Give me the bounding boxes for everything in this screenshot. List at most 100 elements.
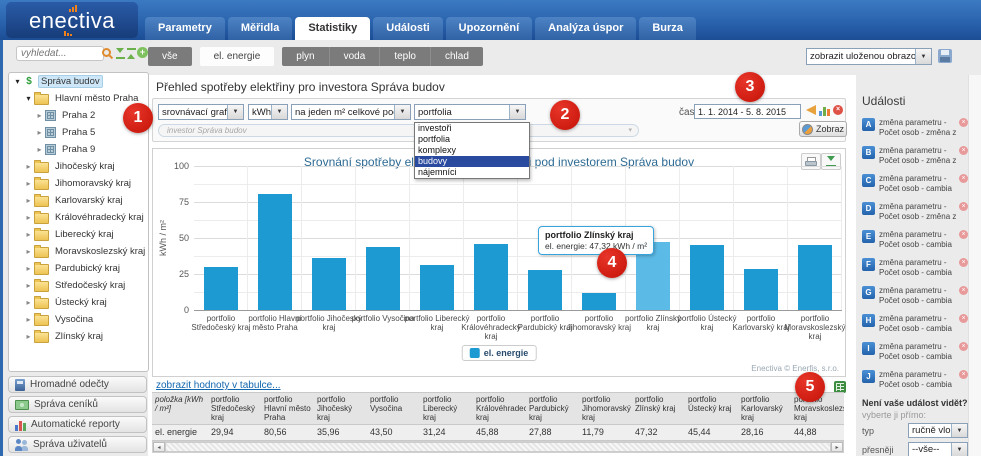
save-screen-icon[interactable] xyxy=(938,49,952,63)
chart-legend[interactable]: el. energie xyxy=(461,345,537,361)
tree-item-libereck-kraj[interactable]: ▸ Liberecký kraj xyxy=(9,226,148,243)
entity-select[interactable]: portfolia ▼ xyxy=(414,104,526,120)
event-close-icon[interactable]: × xyxy=(959,342,968,351)
tree-item-moravskoslezsk-kraj[interactable]: ▸ Moravskoslezský kraj xyxy=(9,243,148,260)
tree-caret-icon[interactable]: ▸ xyxy=(24,162,33,171)
chart-bar-portfolio-jiho-esk-kraj[interactable] xyxy=(312,258,346,310)
chart-bar-portfolio-kr-lov-hradeck-kraj[interactable] xyxy=(474,244,508,310)
chart-bar-portfolio-karlovarsk-kraj[interactable] xyxy=(744,269,778,310)
dropdown-option-n-jemn-ci[interactable]: nájemníci xyxy=(415,167,529,178)
event-item-i[interactable]: Izměna parametru - Počet osob - cambia × xyxy=(862,342,968,362)
event-close-icon[interactable]: × xyxy=(959,314,968,323)
event-precision-select[interactable]: --vše-- ▼ xyxy=(908,442,968,456)
time-range-input[interactable] xyxy=(694,104,801,119)
tree-caret-icon[interactable]: ▸ xyxy=(24,332,33,341)
energy-tab-plyn[interactable]: plyn xyxy=(282,47,330,66)
tree-caret-icon[interactable]: ▸ xyxy=(24,213,33,222)
tree-item-steck-kraj[interactable]: ▸ Ústecký kraj xyxy=(9,294,148,311)
scroll-left-button[interactable]: ◂ xyxy=(153,442,165,452)
event-item-j[interactable]: Jzměna parametru - Počet osob - cambia × xyxy=(862,370,968,390)
event-item-c[interactable]: Czměna parametru - Počet osob - cambia × xyxy=(862,174,968,194)
event-item-b[interactable]: Bzměna parametru - Počet osob - změna z × xyxy=(862,146,968,166)
chart-bar-portfolio-hlavn-m-sto-praha[interactable] xyxy=(258,194,292,310)
event-close-icon[interactable]: × xyxy=(959,174,968,183)
tree-caret-icon[interactable]: ▸ xyxy=(24,230,33,239)
collapse-tree-icon[interactable] xyxy=(116,48,125,59)
tree-item-zl-nsk-kraj[interactable]: ▸ Zlínský kraj xyxy=(9,328,148,345)
nav-tab-m-idla[interactable]: Měřidla xyxy=(227,17,293,40)
search-icon[interactable] xyxy=(102,48,113,59)
expand-tree-icon[interactable] xyxy=(127,48,136,59)
energy-tab-chlad[interactable]: chlad xyxy=(431,47,483,66)
dropdown-option-portfolia[interactable]: portfolia xyxy=(415,134,529,145)
normalization-select[interactable]: na jeden m² celkové podlahové plochy ▼ xyxy=(291,104,411,120)
tree-caret-icon[interactable]: ▸ xyxy=(24,315,33,324)
show-table-link[interactable]: zobrazit hodnoty v tabulce... xyxy=(156,380,281,391)
scroll-right-button[interactable]: ▸ xyxy=(831,442,843,452)
tree-caret-icon[interactable]: ▸ xyxy=(24,196,33,205)
alert-megaphone-icon[interactable] xyxy=(806,105,816,115)
chart-bar-portfolio-steck-kraj[interactable] xyxy=(690,245,724,310)
tree-caret-icon[interactable]: ▸ xyxy=(24,281,33,290)
chart-type-select[interactable]: srovnávací graf ▼ xyxy=(158,104,244,120)
tree-item-st-edo-esk-kraj[interactable]: ▸ Středočeský kraj xyxy=(9,277,148,294)
chart-icon[interactable] xyxy=(819,106,830,116)
tree-caret-icon[interactable]: ▸ xyxy=(24,179,33,188)
nav-tab-parametry[interactable]: Parametry xyxy=(145,17,225,40)
event-item-a[interactable]: Azměna parametru - Počet osob - změna z × xyxy=(862,118,968,138)
tree-caret-icon[interactable]: ▸ xyxy=(35,111,44,120)
event-close-icon[interactable]: × xyxy=(959,370,968,379)
enectiva-logo[interactable]: enectiva xyxy=(6,2,138,38)
tree-item-hlavn-m-sto-praha[interactable]: ▾ Hlavní město Praha xyxy=(9,90,148,107)
chart-bar-portfolio-moravskoslezsk-kraj[interactable] xyxy=(798,245,832,310)
chart-bar-portfolio-st-edo-esk-kraj[interactable] xyxy=(204,267,238,310)
sidebar-button-automatick-reporty[interactable]: Automatické reporty xyxy=(8,416,147,433)
event-close-icon[interactable]: × xyxy=(959,258,968,267)
tree-item-vyso-ina[interactable]: ▸ Vysočina xyxy=(9,311,148,328)
tree-caret-icon[interactable]: ▾ xyxy=(13,77,22,86)
clear-icon[interactable]: × xyxy=(833,105,843,115)
event-item-g[interactable]: Gzměna parametru - Počet osob - cambia × xyxy=(862,286,968,306)
energy-tab-voda[interactable]: voda xyxy=(329,47,381,66)
event-item-e[interactable]: Ezměna parametru - Počet osob - cambia × xyxy=(862,230,968,250)
tree-item-kr-lov-hradeck-kraj[interactable]: ▸ Královéhradecký kraj xyxy=(9,209,148,226)
tree-item-spr-va-budov[interactable]: ▾ Správa budov xyxy=(9,73,148,90)
tree-item-karlovarsk-kraj[interactable]: ▸ Karlovarský kraj xyxy=(9,192,148,209)
vertical-scrollbar[interactable] xyxy=(968,75,981,456)
tree-item-pardubick-kraj[interactable]: ▸ Pardubický kraj xyxy=(9,260,148,277)
sidebar-button-spr-va-cen-k[interactable]: Správa ceníků xyxy=(8,396,147,413)
tree-caret-icon[interactable]: ▸ xyxy=(24,247,33,256)
event-item-d[interactable]: Dzměna parametru - Počet osob - změna z × xyxy=(862,202,968,222)
event-item-f[interactable]: Fzměna parametru - Počet osob - cambia × xyxy=(862,258,968,278)
nav-tab-burza[interactable]: Burza xyxy=(639,17,696,40)
chart-bar-portfolio-pardubick-kraj[interactable] xyxy=(528,270,562,310)
energy-tab-el-energie[interactable]: el. energie xyxy=(199,47,275,66)
energy-tab-v-e[interactable]: vše xyxy=(148,47,192,66)
chart-bar-portfolio-vyso-ina[interactable] xyxy=(366,247,400,310)
show-button[interactable]: Zobraz xyxy=(799,121,847,137)
event-close-icon[interactable]: × xyxy=(959,230,968,239)
tree-item-praha-9[interactable]: ▸ Praha 9 xyxy=(9,141,148,158)
nav-tab-upozorn-n[interactable]: Upozornění xyxy=(445,17,533,40)
horizontal-scrollbar[interactable]: ◂ ▸ xyxy=(152,441,844,453)
sidebar-button-hromadn-ode-ty[interactable]: Hromadné odečty xyxy=(8,376,147,393)
tree-item-jiho-esk-kraj[interactable]: ▸ Jihočeský kraj xyxy=(9,158,148,175)
dropdown-option-investo-i[interactable]: investoři xyxy=(415,123,529,134)
event-close-icon[interactable]: × xyxy=(959,118,968,127)
event-item-h[interactable]: Hzměna parametru - Počet osob - cambia × xyxy=(862,314,968,334)
unit-select[interactable]: kWh ▼ xyxy=(248,104,288,120)
sidebar-button-spr-va-u-ivatel[interactable]: Správa uživatelů xyxy=(8,436,147,453)
event-type-select[interactable]: ručně vlo ▼ xyxy=(908,423,968,438)
tree-item-jihomoravsk-kraj[interactable]: ▸ Jihomoravský kraj xyxy=(9,175,148,192)
tree-caret-icon[interactable]: ▸ xyxy=(24,264,33,273)
tree-caret-icon[interactable]: ▸ xyxy=(35,145,44,154)
event-close-icon[interactable]: × xyxy=(959,146,968,155)
add-node-icon[interactable]: + xyxy=(137,47,148,58)
nav-tab-anal-za-spor[interactable]: Analýza úspor xyxy=(535,17,637,40)
tree-caret-icon[interactable]: ▸ xyxy=(24,298,33,307)
scrollbar-thumb[interactable] xyxy=(165,442,831,452)
event-close-icon[interactable]: × xyxy=(959,286,968,295)
tree-caret-icon[interactable]: ▸ xyxy=(35,128,44,137)
nav-tab-statistiky[interactable]: Statistiky xyxy=(295,17,371,40)
saved-screen-select[interactable]: zobrazit uloženou obrazovku ▼ xyxy=(806,48,932,65)
